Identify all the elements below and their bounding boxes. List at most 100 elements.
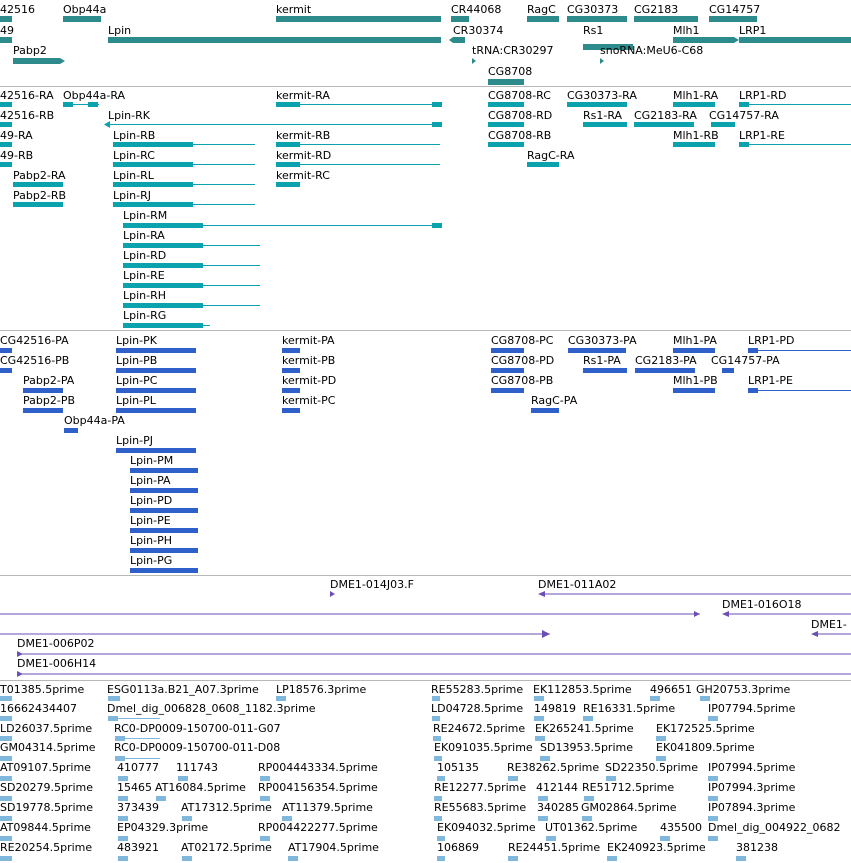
protein-feature[interactable]: kermit-PB <box>282 354 335 373</box>
est-feature[interactable]: EK240923.5prime <box>607 841 706 861</box>
transcript-feature[interactable]: Lpin-RB <box>113 129 255 147</box>
transcript-feature[interactable]: 42516-RA <box>0 89 54 107</box>
transcript-feature[interactable]: Mlh1-RB <box>673 129 719 147</box>
est-feature[interactable]: RE12277.5prime <box>434 781 526 801</box>
protein-feature[interactable]: CG42516-PA <box>0 334 69 353</box>
est-feature[interactable]: IP07994.3prime <box>708 781 796 801</box>
est-feature[interactable]: RP004156354.5prime <box>258 781 378 801</box>
protein-feature[interactable]: Rs1-PA <box>583 354 627 373</box>
est-track[interactable]: T01385.5prime ESG0113a.B21_A07.3prime LP… <box>0 681 851 863</box>
gene-track[interactable]: 42516 Obp44a kermit CR44068 RagC CG30373… <box>0 0 851 86</box>
est-feature[interactable]: AT09844.5prime <box>0 821 91 841</box>
transcript-feature[interactable]: Lpin-RJ <box>113 189 255 207</box>
est-feature[interactable]: RE51712.5prime <box>582 781 674 801</box>
est-feature[interactable]: IP07794.5prime <box>708 702 796 721</box>
gene-feature[interactable]: CR44068 <box>451 3 501 22</box>
gene-feature[interactable]: Mlh1 <box>673 24 739 43</box>
transcript-feature[interactable]: 42516-RB <box>0 109 54 127</box>
est-feature[interactable]: 16662434407 <box>0 702 77 721</box>
protein-feature[interactable]: Mlh1-PB <box>673 374 718 393</box>
est-feature[interactable]: Dmel_dig_004922_0682 <box>708 821 841 841</box>
transcript-track[interactable]: 42516-RA Obp44a-RA kermit-RA CG8708-RC C… <box>0 87 851 330</box>
est-feature[interactable]: T01385.5prime <box>0 683 84 701</box>
gene-feature[interactable]: CG30373 <box>567 3 627 22</box>
genome-browser-viewport[interactable]: 42516 Obp44a kermit CR44068 RagC CG30373… <box>0 0 851 863</box>
clone-feature[interactable]: DME1-011A02 <box>538 578 851 597</box>
transcript-feature[interactable]: Lpin-RC <box>113 149 255 167</box>
gene-feature[interactable]: CR30374 <box>449 24 503 43</box>
est-feature[interactable]: AT17904.5prime <box>288 841 379 861</box>
clone-feature[interactable]: DME1-014J03.F <box>330 578 414 597</box>
protein-track[interactable]: CG42516-PA Lpin-PK kermit-PA CG8708-PC C… <box>0 331 851 574</box>
est-feature[interactable]: RP004422277.5prime <box>258 821 378 841</box>
est-feature[interactable]: AT09107.5prime <box>0 761 91 781</box>
transcript-feature[interactable]: kermit-RD <box>276 149 440 167</box>
est-feature[interactable]: 435500 <box>660 821 702 841</box>
transcript-feature[interactable]: RagC-RA <box>527 149 575 167</box>
gene-feature[interactable]: Obp44a <box>63 3 106 22</box>
est-feature[interactable]: 340285 <box>537 801 579 821</box>
transcript-feature[interactable]: Lpin-RM <box>123 209 442 228</box>
gene-feature[interactable]: 42516 <box>0 3 35 22</box>
gene-feature[interactable]: RagC <box>527 3 559 22</box>
est-feature[interactable]: SD22350.5prime <box>605 761 698 781</box>
est-feature[interactable]: RE20254.5prime <box>0 841 92 861</box>
transcript-feature[interactable]: Lpin-RE <box>123 269 260 288</box>
gene-feature[interactable]: LRP1 <box>739 24 851 43</box>
transcript-feature[interactable]: kermit-RC <box>276 169 330 187</box>
est-feature[interactable]: RE38262.5prime <box>507 761 599 781</box>
transcript-feature[interactable]: CG2183-RA <box>634 109 697 127</box>
protein-feature[interactable]: Lpin-PA <box>130 474 198 493</box>
est-feature[interactable]: 381238 <box>736 841 778 861</box>
est-feature[interactable]: RC0-DP0009-150700-011-D08 <box>114 741 280 761</box>
est-feature[interactable]: AT11379.5prime <box>282 801 373 821</box>
protein-feature[interactable]: Lpin-PB <box>116 354 196 373</box>
protein-feature[interactable]: CG8708-PC <box>491 334 554 353</box>
est-feature[interactable]: RE55283.5prime <box>431 683 523 701</box>
transcript-feature[interactable]: Lpin-RH <box>123 289 260 308</box>
transcript-feature[interactable]: CG8708-RD <box>488 109 552 127</box>
transcript-feature[interactable]: CG30373-RA <box>567 89 637 107</box>
est-feature[interactable]: EP04329.3prime <box>117 821 208 841</box>
transcript-feature[interactable]: Obp44a-RA <box>63 89 126 107</box>
est-feature[interactable]: EK265241.5prime <box>535 722 634 741</box>
est-feature[interactable]: 106869 <box>437 841 479 861</box>
protein-feature[interactable]: Pabp2-PA <box>23 374 75 393</box>
est-feature[interactable]: 483921 <box>117 841 159 861</box>
gene-feature[interactable]: CG14757 <box>709 3 760 22</box>
transcript-feature[interactable]: Lpin-RL <box>113 169 255 187</box>
protein-feature[interactable]: Mlh1-PA <box>673 334 717 353</box>
transcript-feature[interactable]: Lpin-RG <box>123 309 210 328</box>
gene-feature[interactable]: kermit <box>276 3 441 22</box>
protein-feature[interactable]: CG8708-PB <box>491 374 553 393</box>
transcript-feature[interactable]: Pabp2-RB <box>13 189 66 207</box>
est-feature[interactable]: IP07994.5prime <box>708 761 796 781</box>
gene-feature[interactable]: tRNA:CR30297 <box>472 44 554 64</box>
protein-feature[interactable]: CG2183-PA <box>635 354 697 373</box>
est-feature[interactable]: AT02172.5prime <box>181 841 272 861</box>
protein-feature[interactable]: kermit-PD <box>282 374 336 393</box>
est-feature[interactable]: GM04314.5prime <box>0 741 96 761</box>
est-feature[interactable]: ESG0113a.B21_A07.3prime <box>107 683 259 701</box>
est-feature[interactable]: RE16331.5prime <box>583 702 675 721</box>
protein-feature[interactable]: Lpin-PE <box>130 514 198 533</box>
est-feature[interactable]: RP004443334.5prime <box>258 761 378 781</box>
transcript-feature[interactable]: kermit-RA <box>276 89 442 107</box>
transcript-feature[interactable]: CG8708-RC <box>488 89 551 107</box>
protein-feature[interactable]: LRP1-PD <box>748 334 851 353</box>
est-feature[interactable]: 412144 <box>536 781 578 801</box>
protein-feature[interactable]: Lpin-PL <box>116 394 196 413</box>
protein-feature[interactable]: Lpin-PK <box>116 334 196 353</box>
gene-feature[interactable]: Pabp2 <box>13 44 65 64</box>
est-feature[interactable]: IP07894.3prime <box>708 801 796 821</box>
est-feature[interactable]: GM02864.5prime <box>581 801 677 821</box>
est-feature[interactable]: Dmel_dig_006828_0608_1182.3prime <box>107 702 316 721</box>
protein-feature[interactable]: RagC-PA <box>531 394 578 413</box>
est-feature[interactable]: 373439 <box>117 801 159 821</box>
protein-feature[interactable]: LRP1-PE <box>748 374 851 393</box>
protein-feature[interactable]: Obp44a-PA <box>64 414 125 433</box>
clone-feature[interactable]: DME1-006P02 <box>17 637 851 657</box>
est-feature[interactable]: EK094032.5prime <box>437 821 536 841</box>
clone-feature[interactable] <box>0 611 700 617</box>
clone-feature[interactable]: DME1-006H14 <box>17 657 851 677</box>
